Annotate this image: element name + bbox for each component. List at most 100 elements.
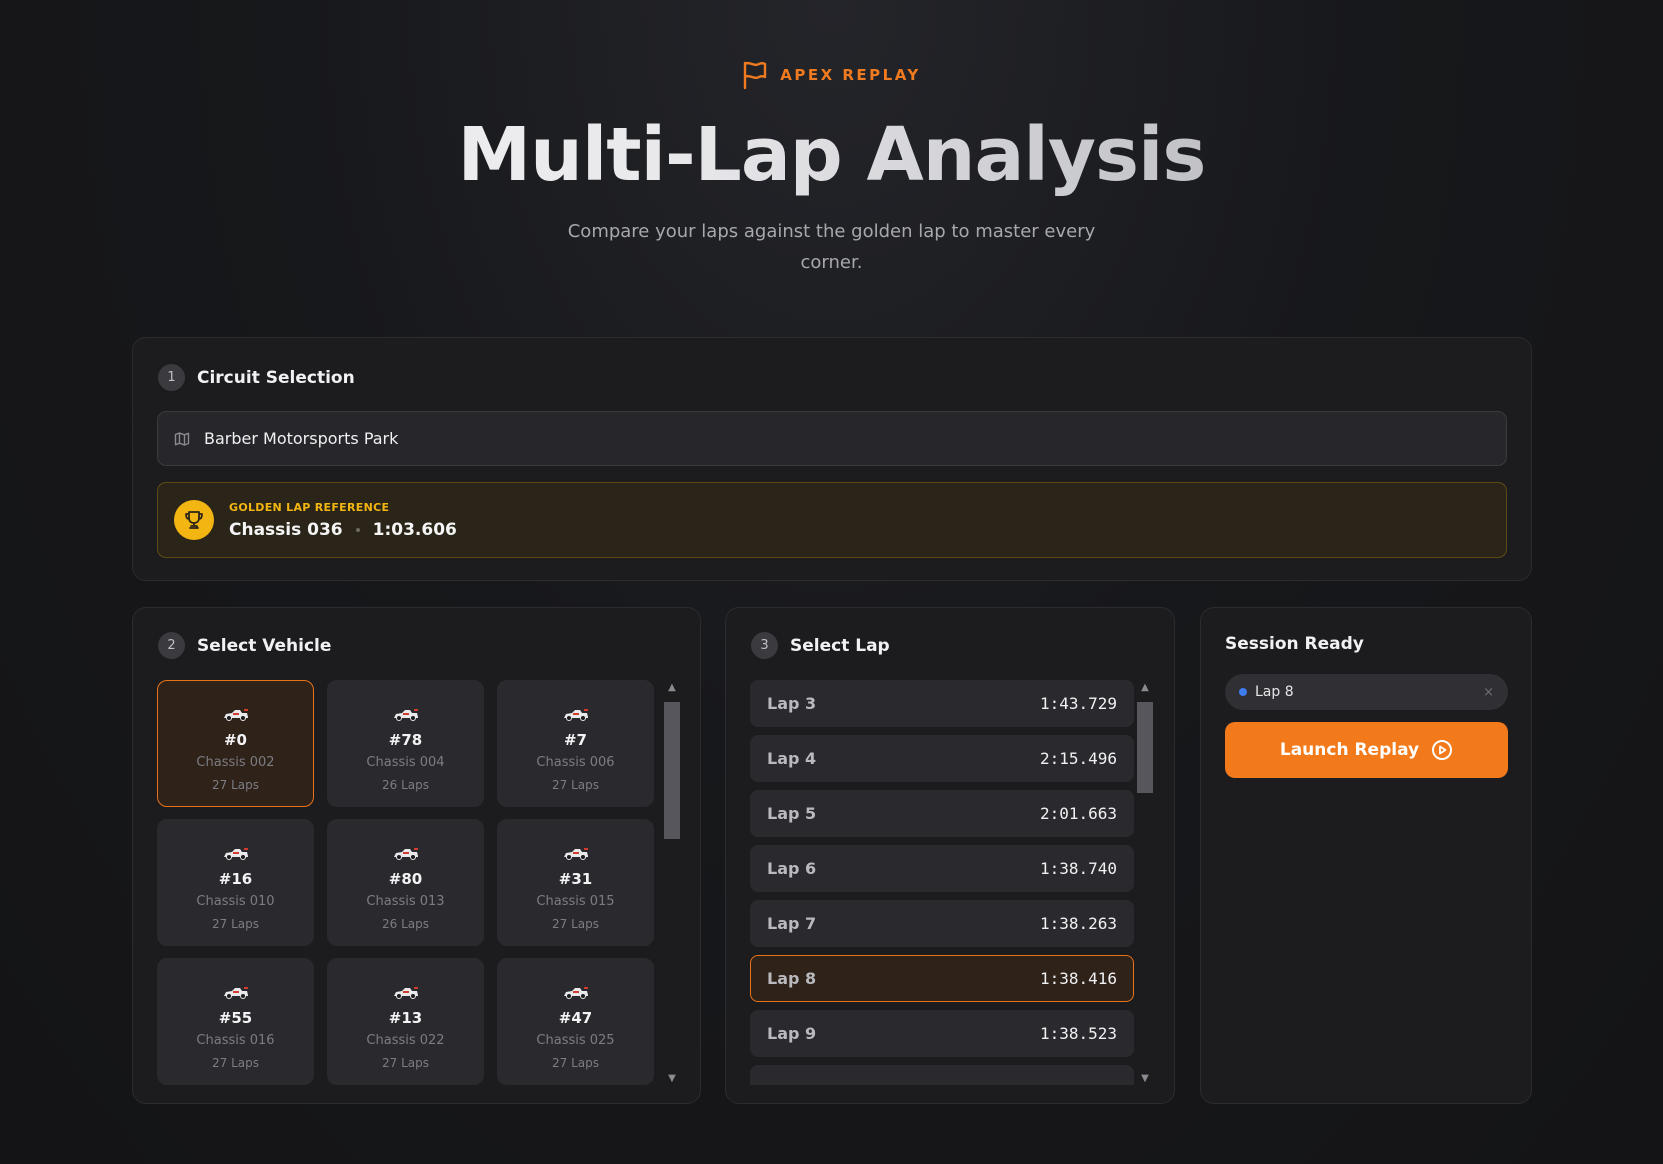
vehicle-number: #55 [218,1009,253,1027]
vehicle-scrollbar[interactable]: ▲ ▼ [661,680,680,1085]
vehicle-chassis: Chassis 015 [536,894,615,909]
map-icon [174,431,190,446]
trophy-icon [174,500,214,540]
golden-lap-time: 1:03.606 [372,519,457,540]
lap-row[interactable]: Lap 5 2:01.663 [750,790,1134,837]
race-car-icon [223,848,248,860]
lap-name: Lap 3 [767,694,817,713]
vehicle-number: #47 [558,1009,593,1027]
lap-name: Lap 4 [767,749,817,768]
step-badge: 3 [751,632,778,659]
brand: APEX REPLAY [0,60,1663,90]
scrollbar-thumb[interactable] [664,702,680,839]
session-title: Session Ready [1225,634,1364,654]
race-car-icon [563,987,588,999]
vehicle-card[interactable]: #47 Chassis 025 27 Laps [497,958,654,1085]
vehicle-chassis: Chassis 004 [366,755,445,770]
vehicle-selection-card: 2 Select Vehicle #0 Chassis 002 27 Laps … [132,607,701,1104]
circuit-select-value: Barber Motorsports Park [204,429,399,448]
scroll-up-icon[interactable]: ▲ [664,682,680,694]
lap-row[interactable]: Lap 6 1:38.740 [750,845,1134,892]
golden-lap-chassis: Chassis 036 [229,519,343,540]
race-car-icon [223,709,248,721]
launch-replay-button[interactable]: Launch Replay [1225,722,1508,778]
selected-lap-chip[interactable]: Lap 8 × [1225,674,1508,710]
flag-icon [744,61,767,90]
race-car-icon [393,848,418,860]
lap-section-header: 3 Select Lap [751,632,890,659]
close-icon[interactable]: × [1483,685,1494,700]
vehicle-laps: 26 Laps [382,917,429,931]
vehicle-card[interactable]: #80 Chassis 013 26 Laps [327,819,484,946]
chip-label: Lap 8 [1255,684,1294,700]
vehicle-chassis: Chassis 025 [536,1033,615,1048]
lap-time: 1:38.263 [1039,914,1117,933]
launch-replay-label: Launch Replay [1279,740,1420,760]
page-subtitle: Compare your laps against the golden lap… [567,221,1096,273]
race-car-icon [563,709,588,721]
lap-time: 1:43.729 [1039,694,1117,713]
vehicle-card[interactable]: #7 Chassis 006 27 Laps [497,680,654,807]
vehicle-card[interactable]: #13 Chassis 022 27 Laps [327,958,484,1085]
lap-name: Lap 8 [767,969,817,988]
vehicle-card[interactable]: #31 Chassis 015 27 Laps [497,819,654,946]
lap-row[interactable]: Lap 3 1:43.729 [750,680,1134,727]
lap-time: 2:01.663 [1039,804,1117,823]
vehicle-laps: 27 Laps [212,778,259,792]
vehicle-laps: 26 Laps [382,778,429,792]
scroll-down-icon[interactable]: ▼ [664,1073,680,1085]
lap-scrollbar[interactable]: ▲ ▼ [1134,680,1153,1085]
race-car-icon [563,848,588,860]
scroll-down-icon[interactable]: ▼ [1137,1073,1153,1085]
vehicle-chassis: Chassis 016 [196,1033,275,1048]
vehicle-chassis: Chassis 010 [196,894,275,909]
vehicle-laps: 27 Laps [552,1056,599,1070]
scroll-up-icon[interactable]: ▲ [1137,682,1153,694]
vehicle-card[interactable]: #16 Chassis 010 27 Laps [157,819,314,946]
vehicle-number: #13 [388,1009,423,1027]
section-title: Select Lap [790,635,890,656]
lap-name: Lap 9 [767,1024,817,1043]
brand-name: APEX REPLAY [780,66,921,84]
vehicle-chassis: Chassis 002 [196,755,275,770]
session-card: Session Ready Lap 8 × Launch Replay [1200,607,1532,1104]
vehicle-number: #7 [563,731,587,749]
vehicle-laps: 27 Laps [212,917,259,931]
lap-row[interactable]: Lap 7 1:38.263 [750,900,1134,947]
section-title: Select Vehicle [197,635,332,656]
lap-list: Lap 3 1:43.729 Lap 4 2:15.496 Lap 5 2:01… [750,680,1134,1085]
vehicle-number: #0 [223,731,247,749]
lap-row[interactable] [750,1065,1134,1085]
lap-time: 1:38.740 [1039,859,1117,878]
race-car-icon [393,709,418,721]
circuit-selection-card: 1 Circuit Selection Barber Motorsports P… [132,337,1532,581]
section-title: Circuit Selection [197,367,355,388]
vehicle-card[interactable]: #78 Chassis 004 26 Laps [327,680,484,807]
vehicle-laps: 27 Laps [552,778,599,792]
lap-row[interactable]: Lap 4 2:15.496 [750,735,1134,782]
lap-row[interactable]: Lap 8 1:38.416 [750,955,1134,1002]
vehicle-chassis: Chassis 006 [536,755,615,770]
lap-time: 1:38.416 [1039,969,1117,988]
scrollbar-thumb[interactable] [1137,702,1153,793]
race-car-icon [223,987,248,999]
lap-name: Lap 6 [767,859,817,878]
vehicle-laps: 27 Laps [382,1056,429,1070]
vehicle-card[interactable]: #55 Chassis 016 27 Laps [157,958,314,1085]
step-badge: 2 [158,632,185,659]
golden-lap-label: GOLDEN LAP REFERENCE [229,500,390,514]
circuit-section-header: 1 Circuit Selection [158,364,355,391]
race-car-icon [393,987,418,999]
vehicle-number: #80 [388,870,423,888]
vehicle-grid: #0 Chassis 002 27 Laps #78 Chassis 004 2… [157,680,656,1085]
step-badge: 1 [158,364,185,391]
lap-row[interactable]: Lap 9 1:38.523 [750,1010,1134,1057]
separator-dot [355,527,360,532]
vehicle-chassis: Chassis 022 [366,1033,445,1048]
vehicle-laps: 27 Laps [212,1056,259,1070]
circuit-select[interactable]: Barber Motorsports Park [157,411,1507,466]
vehicle-chassis: Chassis 013 [366,894,445,909]
vehicle-card[interactable]: #0 Chassis 002 27 Laps [157,680,314,807]
vehicle-number: #78 [388,731,423,749]
vehicle-number: #31 [558,870,593,888]
